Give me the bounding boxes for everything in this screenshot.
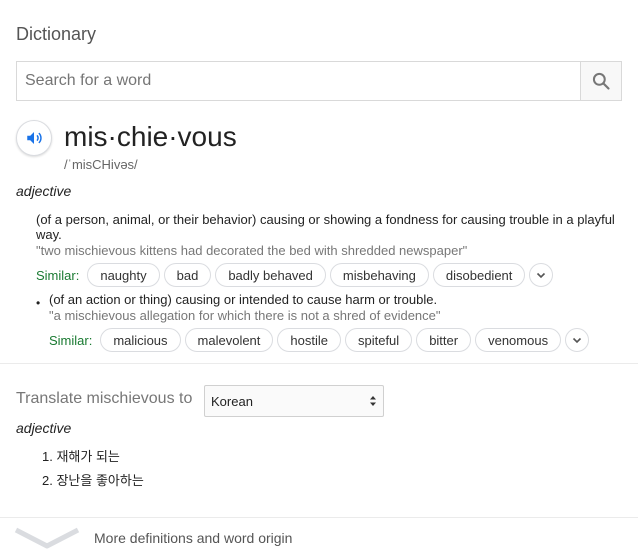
similar-chip[interactable]: spiteful: [344, 328, 413, 352]
similar-label: Similar:: [49, 332, 93, 348]
language-select-value: Korean: [211, 393, 253, 409]
more-similar-button[interactable]: [565, 328, 590, 352]
example: "two mischievous kittens had decorated t…: [36, 243, 468, 258]
similar-chip[interactable]: hostile: [277, 328, 341, 352]
definition: (of an action or thing) causing or inten…: [49, 292, 438, 307]
select-arrows-icon: [370, 396, 376, 406]
similar-row-1: Similar: naughty bad badly behaved misbe…: [36, 263, 554, 287]
sense-2: (of an action or thing) causing or inten…: [49, 292, 622, 323]
sense-1: (of a person, animal, or their behavior)…: [36, 212, 622, 258]
pronunciation: /ˈmisCHivəs/: [64, 157, 138, 172]
translation-part-of-speech: adjective: [16, 420, 72, 436]
search-box: [16, 61, 622, 101]
similar-chip[interactable]: badly behaved: [215, 263, 326, 287]
chevron-down-icon: [573, 337, 582, 344]
expand-chevron-icon[interactable]: [14, 526, 80, 550]
similar-chip[interactable]: malevolent: [184, 328, 274, 352]
search-icon: [592, 72, 610, 90]
speaker-icon: [27, 132, 42, 144]
similar-chip[interactable]: disobedient: [432, 263, 526, 287]
divider: [0, 517, 638, 518]
similar-chip[interactable]: naughty: [87, 263, 160, 287]
search-button[interactable]: [580, 62, 621, 100]
similar-chip[interactable]: bad: [163, 263, 212, 287]
similar-chip[interactable]: misbehaving: [329, 263, 429, 287]
divider: [0, 363, 638, 364]
more-similar-button[interactable]: [529, 263, 554, 287]
chevron-down-icon: [537, 272, 546, 279]
pronunciation-audio-button[interactable]: [16, 120, 52, 156]
similar-chip[interactable]: venomous: [475, 328, 562, 352]
similar-chip[interactable]: malicious: [100, 328, 181, 352]
similar-label: Similar:: [36, 267, 80, 283]
translate-label: Translate mischievous to: [16, 390, 193, 407]
similar-chip[interactable]: bitter: [416, 328, 472, 352]
bullet: •: [36, 296, 41, 310]
definition: (of a person, animal, or their behavior)…: [36, 212, 615, 242]
similar-row-2: Similar: malicious malevolent hostile sp…: [49, 328, 590, 352]
translation-item: 2. 장난을 좋아하는: [42, 473, 144, 488]
search-input[interactable]: [17, 62, 582, 100]
headword: mis·chie·vous: [64, 121, 237, 152]
translation-item: 1. 재해가 되는: [42, 449, 120, 464]
dictionary-title: Dictionary: [16, 24, 97, 44]
language-select[interactable]: Korean: [204, 385, 384, 417]
example: "a mischievous allegation for which ther…: [49, 308, 441, 323]
part-of-speech: adjective: [16, 183, 72, 199]
more-definitions-link[interactable]: More definitions and word origin: [94, 530, 292, 546]
